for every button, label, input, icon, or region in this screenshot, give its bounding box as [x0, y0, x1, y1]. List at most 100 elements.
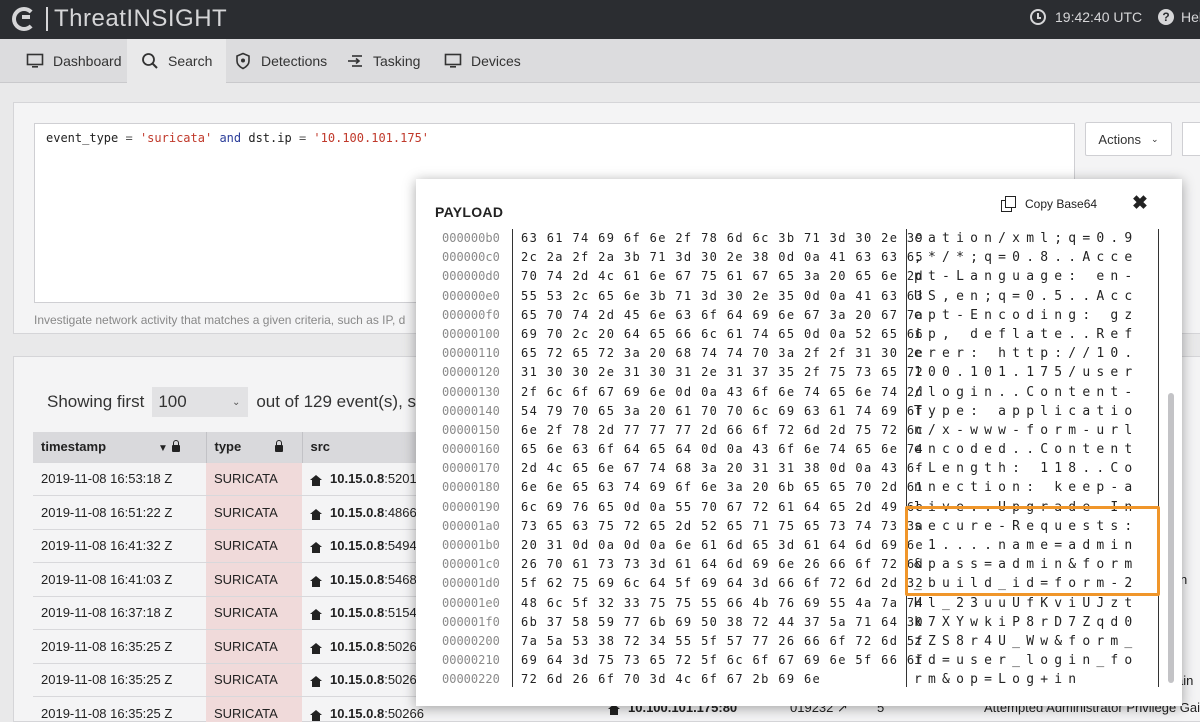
limit-select[interactable]: 100 ⌄: [152, 387, 249, 417]
nav-search[interactable]: Search: [127, 39, 227, 83]
secondary-action-button[interactable]: [1182, 122, 1200, 156]
hex-offset: 00000220: [442, 672, 500, 687]
showing-prefix: Showing first: [47, 392, 145, 411]
divider: [512, 229, 513, 687]
home-icon: [310, 609, 322, 621]
hex-ascii-row: k7XYwkiP8rD7Zqd0: [914, 614, 1139, 630]
hex-ascii-row: erer: http://10.: [914, 346, 1139, 362]
cell-type: SURICATA: [206, 562, 302, 596]
modal-scrollbar[interactable]: [1168, 393, 1174, 683]
hex-ascii-row: cation/xml;q=0.9: [914, 231, 1139, 246]
hex-bytes: 63 61 74 69 6f 6e 2f 78 6d 6c 3b 71 3d 3…: [521, 229, 925, 690]
logo-divider: [46, 7, 48, 31]
help-button[interactable]: ? Help: [1158, 9, 1200, 25]
column-timestamp[interactable]: timestamp ▼: [33, 432, 207, 462]
hex-offset: 000001d0: [442, 576, 500, 591]
nav-tasking-label: Tasking: [373, 53, 421, 69]
src-ip[interactable]: 10.15.0.8: [330, 605, 384, 620]
help-icon: ?: [1158, 9, 1174, 25]
hex-offset: 00000110: [442, 346, 500, 361]
src-ip[interactable]: 10.15.0.8: [330, 505, 384, 520]
hex-offset: 000000d0: [442, 269, 500, 284]
src-ip[interactable]: 10.15.0.8: [330, 639, 384, 654]
src-ip[interactable]: 10.15.0.8: [330, 538, 384, 553]
hex-byte-row: 73 65 63 75 72 65 2d 52 65 71 75 65 73 7…: [521, 518, 925, 533]
close-icon[interactable]: ✖: [1132, 192, 1148, 215]
hex-byte-row: 5f 62 75 69 6c 64 5f 69 64 3d 66 6f 72 6…: [521, 576, 925, 591]
hex-offset: 00000210: [442, 653, 500, 668]
cell-type: SURICATA: [206, 662, 302, 697]
cell-timestamp: 2019-11-08 16:35:25 Z: [33, 662, 206, 697]
home-icon: [310, 508, 322, 520]
src-port: :5154: [384, 605, 417, 621]
home-icon: [310, 475, 322, 487]
hex-byte-row: 20 31 0d 0a 0d 0a 6e 61 6d 65 3d 61 64 6…: [521, 538, 925, 552]
src-ip[interactable]: 10.15.0.8: [330, 706, 384, 721]
hex-ascii: cation/xml;q=0.9 ,*/*;q=0.8..Acce pt-Langu…: [914, 229, 1154, 690]
home-icon: [310, 710, 322, 721]
hex-byte-row: 7a 5a 53 38 72 34 55 5f 57 77 26 66 6f 7…: [521, 633, 925, 648]
cell-type: SURICATA: [206, 461, 302, 496]
src-ip[interactable]: 10.15.0.8: [330, 471, 384, 486]
column-type[interactable]: type: [206, 432, 303, 462]
src-port: :5026: [384, 638, 417, 654]
hex-offset: 00000190: [442, 499, 500, 514]
clock-icon: [1030, 9, 1046, 25]
hex-offset: 000000f0: [442, 307, 500, 322]
lock-icon: [171, 440, 180, 453]
hex-offset: 00000120: [442, 365, 500, 380]
cell-type: SURICATA: [206, 595, 302, 630]
nav-devices[interactable]: Devices: [430, 39, 535, 83]
src-ip[interactable]: 10.15.0.8: [330, 572, 384, 587]
src-port: :50266: [384, 706, 424, 721]
hex-ascii-row: Type: applicatio: [914, 403, 1139, 419]
hex-offset: 00000160: [442, 442, 500, 457]
monitor-icon: [26, 53, 44, 68]
column-type-label: type: [214, 439, 242, 455]
sort-desc-icon[interactable]: ▼: [158, 443, 168, 454]
query-key-1: event_type: [46, 131, 119, 145]
lock-icon: [275, 440, 284, 453]
cell-type: SURICATA: [206, 528, 302, 563]
cell-type: SURICATA: [206, 696, 302, 722]
hex-byte-row: 2f 6c 6f 67 69 6e 0d 0a 43 6f 6e 74 65 6…: [521, 384, 925, 399]
hex-ascii-row: 100.101.175/user: [914, 365, 1139, 381]
hex-ascii-row: ,*/*;q=0.8..Acce: [914, 250, 1139, 266]
clock: 19:42:40 UTC: [1030, 9, 1142, 25]
divider: [906, 229, 907, 687]
limit-value: 100: [158, 392, 187, 411]
nav-dashboard[interactable]: Dashboard: [12, 39, 136, 83]
hex-byte-row: 6b 37 58 59 77 6b 69 50 38 72 44 37 5a 7…: [521, 614, 925, 629]
hex-byte-row: 55 53 2c 65 6e 3b 71 3d 30 2e 35 0d 0a 4…: [521, 288, 925, 303]
src-port: :5026: [384, 672, 417, 688]
app-logo[interactable]: ThreatINSIGHT: [12, 5, 227, 32]
modal-title: PAYLOAD: [435, 204, 504, 220]
actions-button[interactable]: Actions ⌄: [1085, 122, 1172, 156]
nav-search-label: Search: [168, 53, 213, 69]
hex-byte-row: 26 70 61 73 73 3d 61 64 6d 69 6e 26 66 6…: [521, 557, 925, 572]
hex-byte-row: 48 6c 5f 32 33 75 75 55 66 4b 76 69 55 4…: [521, 595, 925, 610]
clock-time: 19:42:40 UTC: [1055, 9, 1143, 25]
highlight-box: [905, 506, 1160, 596]
hex-ascii-row: id=user_login_fo: [914, 653, 1139, 669]
src-ip[interactable]: 10.15.0.8: [330, 672, 384, 687]
nav-detections[interactable]: Detections: [220, 39, 341, 83]
hex-offset: 00000140: [442, 403, 500, 418]
hex-byte-row: 2d 4c 65 6e 67 74 68 3a 20 31 31 38 0d 0…: [521, 461, 925, 476]
tasking-icon: [348, 55, 362, 67]
actions-label: Actions: [1098, 131, 1142, 147]
cell-timestamp: 2019-11-08 16:35:25 Z: [33, 629, 206, 663]
home-icon: [310, 642, 322, 654]
hex-byte-row: 2c 2a 2f 2a 3b 71 3d 30 2e 38 0d 0a 41 6…: [521, 250, 925, 265]
home-icon: [310, 542, 322, 554]
top-bar: ThreatINSIGHT 19:42:40 UTC ? Help: [0, 0, 1200, 39]
nav-dashboard-label: Dashboard: [53, 53, 122, 69]
nav-tasking[interactable]: Tasking: [332, 39, 434, 83]
nav-devices-label: Devices: [471, 53, 521, 69]
nav-detections-label: Detections: [261, 53, 328, 69]
hex-byte-row: 54 79 70 65 3a 20 61 70 70 6c 69 63 61 7…: [521, 403, 925, 418]
copy-base64-button[interactable]: Copy Base64: [1001, 196, 1097, 212]
query-key-2: dst.ip: [248, 131, 292, 145]
src-port: :5468: [384, 571, 417, 587]
cell-type: SURICATA: [206, 629, 302, 663]
